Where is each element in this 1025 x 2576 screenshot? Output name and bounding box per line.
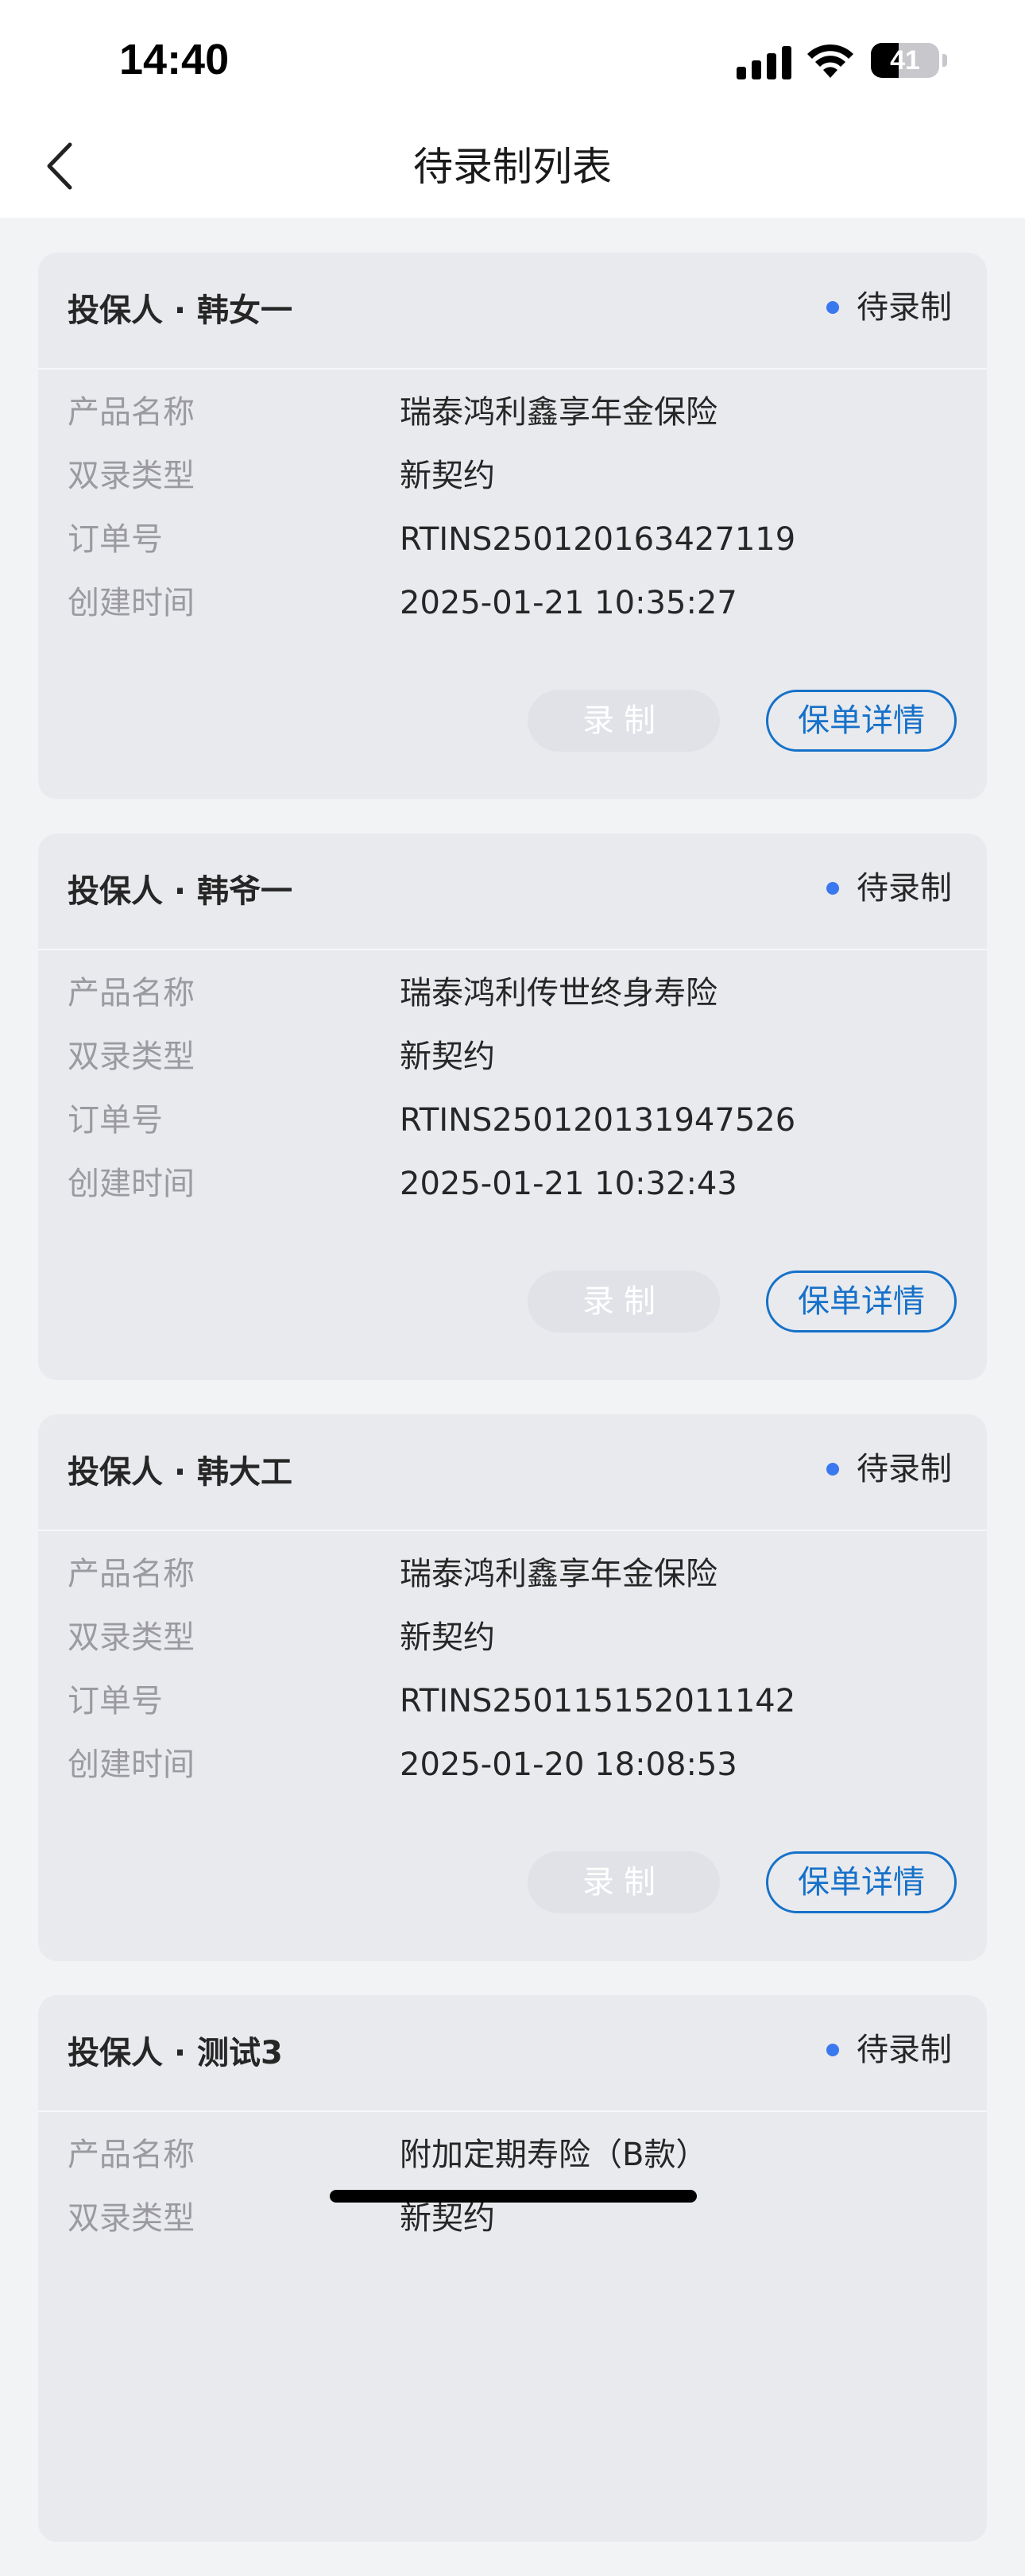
field-label: 产品名称 (68, 2137, 195, 2173)
field-label: 订单号 (68, 1683, 163, 1719)
field-row-created: 创建时间 2025-01-20 18:08:53 (68, 1742, 957, 1805)
field-label: 双录类型 (68, 458, 195, 494)
field-label: 订单号 (68, 1102, 163, 1139)
field-row-created: 创建时间 2025-01-21 10:32:43 (68, 1161, 957, 1224)
field-label: 订单号 (68, 521, 163, 558)
field-value: 新契约 (400, 1039, 495, 1075)
record-button[interactable]: 录制 (528, 1271, 720, 1332)
status-dot-icon (826, 2044, 839, 2056)
field-label: 创建时间 (68, 1166, 195, 1202)
card-fields: 产品名称 瑞泰鸿利鑫享年金保险 双录类型 新契约 订单号 RTINS250120… (68, 389, 957, 644)
status-text: 待录制 (857, 289, 952, 326)
top-bar: 14:40 41 待录制列表 (0, 0, 1025, 218)
card-header: 投保人 · 韩女一 待录制 (38, 253, 987, 369)
status-text: 待录制 (857, 870, 952, 907)
status-badge: 待录制 (826, 1446, 952, 1492)
insured-name: 投保人 · 韩大工 (68, 1454, 293, 1491)
field-value: RTINS250115152011142 (400, 1683, 796, 1719)
field-value: 附加定期寿险（B款） (400, 2137, 708, 2173)
field-value: RTINS250120131947526 (400, 1102, 796, 1139)
field-row-product: 产品名称 瑞泰鸿利鑫享年金保险 (68, 389, 957, 453)
field-value: 瑞泰鸿利传世终身寿险 (400, 975, 718, 1011)
field-label: 产品名称 (68, 1556, 195, 1592)
field-label: 产品名称 (68, 975, 195, 1011)
field-value: 瑞泰鸿利鑫享年金保险 (400, 394, 718, 431)
field-row-order: 订单号 RTINS250120163427119 (68, 516, 957, 580)
field-label: 创建时间 (68, 585, 195, 621)
card-header: 投保人 · 韩爷一 待录制 (38, 834, 987, 950)
battery-percent: 41 (890, 45, 920, 75)
field-label: 双录类型 (68, 1619, 195, 1656)
field-value: RTINS250120163427119 (400, 521, 796, 558)
policy-detail-button[interactable]: 保单详情 (766, 690, 957, 752)
field-row-product: 产品名称 瑞泰鸿利传世终身寿险 (68, 970, 957, 1034)
field-value: 2025-01-21 10:32:43 (400, 1166, 737, 1202)
policy-card: 投保人 · 韩爷一 待录制 产品名称 瑞泰鸿利传世终身寿险 双录类型 新契约 订… (38, 834, 987, 1380)
insured-name: 投保人 · 韩女一 (68, 292, 293, 329)
field-label: 双录类型 (68, 2200, 195, 2237)
field-row-type: 双录类型 新契约 (68, 2195, 957, 2259)
record-button[interactable]: 录制 (528, 1851, 720, 1913)
battery-icon: 41 (871, 43, 939, 78)
card-fields: 产品名称 瑞泰鸿利传世终身寿险 双录类型 新契约 订单号 RTINS250120… (68, 970, 957, 1224)
home-indicator (330, 2190, 697, 2203)
field-label: 产品名称 (68, 394, 195, 431)
nav-bar: 待录制列表 (0, 119, 1025, 218)
pending-recording-list: 投保人 · 韩女一 待录制 产品名称 瑞泰鸿利鑫享年金保险 双录类型 新契约 订… (38, 253, 987, 2576)
status-text: 待录制 (857, 2032, 952, 2068)
card-fields: 产品名称 瑞泰鸿利鑫享年金保险 双录类型 新契约 订单号 RTINS250115… (68, 1551, 957, 1805)
wifi-icon (807, 44, 853, 78)
field-row-order: 订单号 RTINS250120131947526 (68, 1097, 957, 1161)
policy-detail-button[interactable]: 保单详情 (766, 1851, 957, 1913)
card-header: 投保人 · 韩大工 待录制 (38, 1414, 987, 1531)
field-value: 瑞泰鸿利鑫享年金保险 (400, 1556, 718, 1592)
policy-card: 投保人 · 韩大工 待录制 产品名称 瑞泰鸿利鑫享年金保险 双录类型 新契约 订… (38, 1414, 987, 1961)
status-badge: 待录制 (826, 865, 952, 911)
field-value: 新契约 (400, 458, 495, 494)
policy-card: 投保人 · 测试3 待录制 产品名称 附加定期寿险（B款） 双录类型 新契约 (38, 1995, 987, 2542)
field-value: 2025-01-20 18:08:53 (400, 1746, 737, 1783)
status-badge: 待录制 (826, 2027, 952, 2073)
page-title: 待录制列表 (413, 144, 612, 190)
field-row-type: 双录类型 新契约 (68, 1034, 957, 1097)
field-label: 创建时间 (68, 1746, 195, 1783)
field-row-created: 创建时间 2025-01-21 10:35:27 (68, 580, 957, 644)
cellular-signal-icon (737, 44, 792, 79)
card-header: 投保人 · 测试3 待录制 (38, 1995, 987, 2112)
field-value: 2025-01-21 10:35:27 (400, 585, 737, 621)
field-row-product: 产品名称 附加定期寿险（B款） (68, 2132, 957, 2195)
battery-cap (942, 54, 947, 67)
insured-name: 投保人 · 韩爷一 (68, 873, 293, 910)
status-badge: 待录制 (826, 284, 952, 331)
status-time: 14:40 (119, 36, 230, 83)
insured-name: 投保人 · 测试3 (68, 2035, 283, 2071)
policy-card: 投保人 · 韩女一 待录制 产品名称 瑞泰鸿利鑫享年金保险 双录类型 新契约 订… (38, 253, 987, 799)
status-dot-icon (826, 301, 839, 314)
record-button[interactable]: 录制 (528, 690, 720, 752)
status-dot-icon (826, 882, 839, 895)
status-bar: 14:40 41 (0, 0, 1025, 119)
status-text: 待录制 (857, 1451, 952, 1487)
policy-detail-button[interactable]: 保单详情 (766, 1271, 957, 1332)
field-label: 双录类型 (68, 1039, 195, 1075)
field-row-type: 双录类型 新契约 (68, 453, 957, 516)
field-row-type: 双录类型 新契约 (68, 1615, 957, 1678)
field-value: 新契约 (400, 1619, 495, 1656)
field-row-order: 订单号 RTINS250115152011142 (68, 1678, 957, 1742)
status-dot-icon (826, 1463, 839, 1476)
field-row-product: 产品名称 瑞泰鸿利鑫享年金保险 (68, 1551, 957, 1615)
